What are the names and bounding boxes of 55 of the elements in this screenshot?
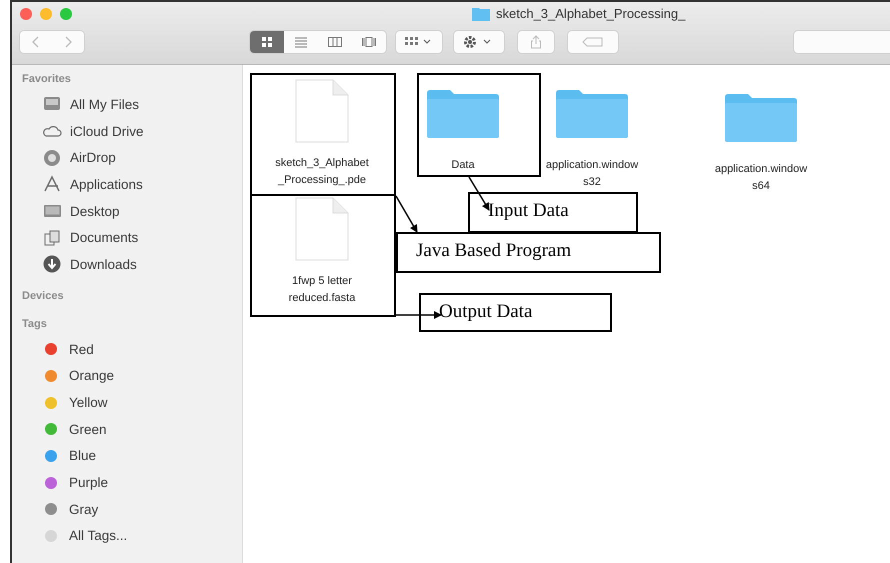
file-name: 1fwp 5 letter reduced.fasta xyxy=(288,274,356,306)
folder-icon xyxy=(555,89,629,139)
chevron-right-icon xyxy=(64,36,72,48)
arrow xyxy=(468,176,490,211)
tag-item[interactable]: All Tags... xyxy=(22,522,242,550)
tag-item[interactable]: Gray xyxy=(22,496,242,523)
columns-icon xyxy=(327,35,343,49)
share-button[interactable] xyxy=(518,31,554,53)
tag-item[interactable]: Green xyxy=(22,416,242,443)
tag-icon xyxy=(582,37,604,47)
tag-item[interactable]: Orange xyxy=(22,362,242,390)
annotation-label: Java Based Program xyxy=(396,232,661,273)
window-title: sketch_3_Alphabet_Processing_ xyxy=(496,6,686,21)
icons-view-button[interactable] xyxy=(250,31,284,53)
action-button[interactable] xyxy=(454,31,504,53)
section-heading: Tags xyxy=(22,318,48,330)
section-heading: Favorites xyxy=(22,73,72,85)
sidebar-item[interactable]: iCloud Drive xyxy=(22,118,242,144)
sidebar-item[interactable]: Downloads xyxy=(22,251,242,278)
search-field[interactable] xyxy=(794,31,890,53)
chevron-left-icon xyxy=(32,36,40,48)
tag-item[interactable]: Yellow xyxy=(22,389,242,416)
document-icon xyxy=(295,79,349,143)
file-name: application.window s64 xyxy=(714,162,808,194)
close-button[interactable] xyxy=(20,8,32,20)
tag-button[interactable] xyxy=(568,31,618,53)
tag-item[interactable]: Purple xyxy=(22,469,242,496)
grid-icon xyxy=(259,35,275,49)
tag-item[interactable]: Red xyxy=(22,336,242,362)
tag-item[interactable]: Blue xyxy=(22,442,242,470)
coverflow-icon xyxy=(361,35,377,49)
sidebar-item[interactable]: AirDrop xyxy=(22,144,242,172)
sidebar-item[interactable]: Desktop xyxy=(22,198,242,224)
arrange-button[interactable] xyxy=(396,31,442,53)
minimize-button[interactable] xyxy=(40,8,52,20)
file-name: application.window s32 xyxy=(546,158,638,190)
sidebar-item[interactable]: Documents xyxy=(22,224,242,252)
file-name: Data xyxy=(451,158,475,173)
file-name: sketch_3_Alphabet _Processing_.pde xyxy=(275,156,369,188)
annotation-label: Input Data xyxy=(468,192,638,233)
sidebar-item[interactable]: Applications xyxy=(22,171,242,198)
folder-icon xyxy=(724,93,798,143)
folder-icon xyxy=(472,6,490,20)
section-heading: Devices xyxy=(22,290,65,302)
document-icon xyxy=(295,197,349,261)
zoom-button[interactable] xyxy=(60,8,72,20)
sidebar-item[interactable]: All My Files xyxy=(22,91,242,118)
share-icon xyxy=(530,35,542,49)
folder-icon xyxy=(426,89,500,139)
downloads-icon xyxy=(42,254,62,274)
documents-icon xyxy=(42,228,62,248)
annotation-label: Output Data xyxy=(419,293,612,332)
airdrop-icon xyxy=(42,148,62,168)
list-icon xyxy=(293,35,309,49)
arrow xyxy=(395,196,418,233)
